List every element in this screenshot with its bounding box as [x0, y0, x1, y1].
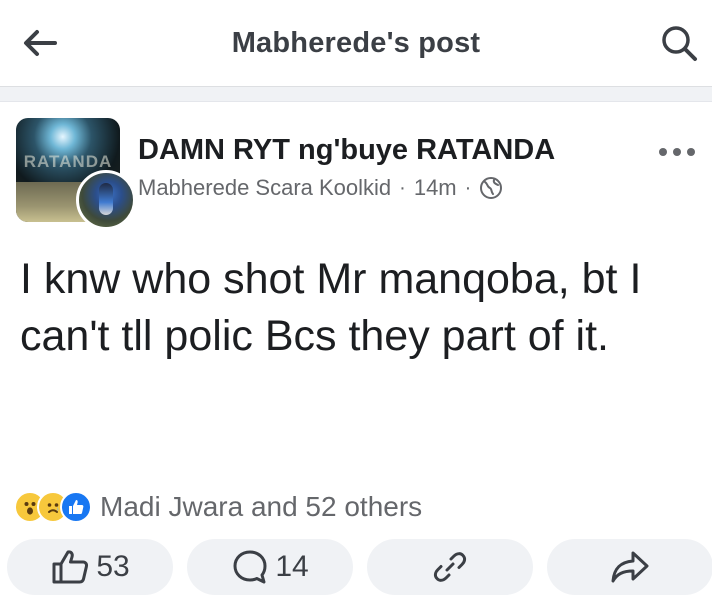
post-body: I knw who shot Mr manqoba, bt I can't tl… — [20, 255, 642, 360]
avatar-group[interactable]: RATANDA — [16, 118, 136, 230]
section-divider — [0, 87, 712, 102]
reactions-text: Madi Jwara and 52 others — [100, 491, 423, 522]
group-name-link[interactable]: DAMN RYT ng'buye RATANDA — [138, 134, 555, 167]
meta-separator: · — [399, 176, 406, 199]
post-meta: Mabherede Scara Koolkid · 14m · — [138, 175, 503, 201]
group-avatar-watermark: RATANDA — [23, 152, 113, 171]
copy-link-button[interactable] — [367, 539, 533, 595]
thumbs-up-icon — [52, 550, 89, 584]
author-avatar[interactable] — [76, 170, 136, 230]
share-button[interactable] — [547, 539, 712, 595]
search-icon — [662, 26, 697, 61]
author-name-link[interactable]: Mabherede Scara Koolkid — [138, 175, 391, 201]
share-arrow-icon — [611, 551, 649, 583]
comment-bubble-icon — [233, 550, 267, 584]
author-avatar-figure — [99, 183, 113, 215]
more-dots-icon — [659, 148, 695, 156]
link-icon — [433, 552, 467, 582]
search-button[interactable] — [656, 22, 702, 64]
meta-separator: · — [464, 176, 472, 199]
top-bar: Mabherede's post — [0, 0, 712, 87]
globe-icon[interactable] — [479, 176, 503, 200]
page-title: Mabherede's post — [231, 27, 481, 59]
reactions-summary[interactable]: Madi Jwara and 52 others — [14, 491, 422, 523]
comment-count: 14 — [275, 550, 309, 583]
like-button[interactable]: 53 — [7, 539, 173, 595]
comment-button[interactable]: 14 — [187, 539, 353, 595]
like-count: 53 — [96, 550, 130, 583]
post-timestamp[interactable]: 14m — [414, 175, 457, 201]
like-reaction-icon — [60, 491, 92, 523]
action-bar: 53 14 — [7, 539, 712, 597]
more-options-button[interactable] — [654, 140, 700, 164]
